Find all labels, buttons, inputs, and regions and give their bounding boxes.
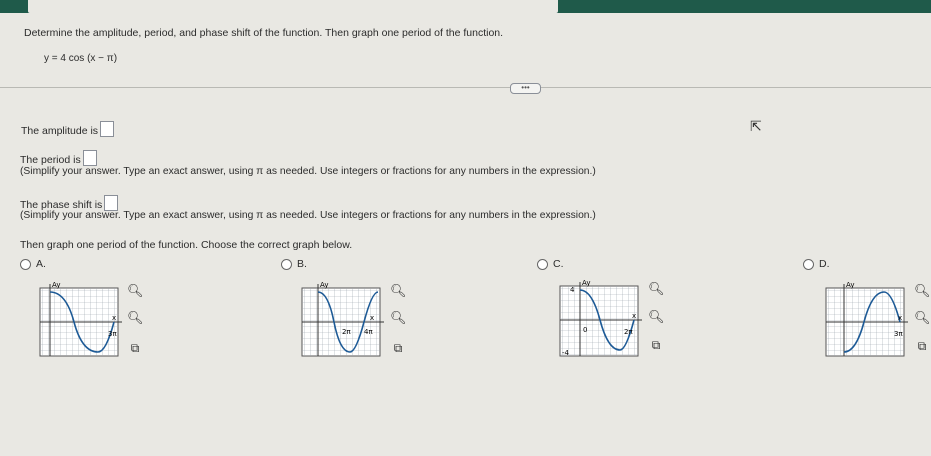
amplitude-input[interactable] xyxy=(100,121,115,137)
graph-c-xlabel: x xyxy=(632,312,636,320)
equation: y = 4 cos (x − π) xyxy=(44,53,118,64)
popout-icon[interactable]: ⧉ xyxy=(390,340,406,356)
top-bar xyxy=(0,0,931,13)
period-hint: (Simplify your answer. Type an exact ans… xyxy=(20,166,596,177)
graph-a-xlabel: x xyxy=(112,314,116,322)
option-a-radio[interactable]: A. xyxy=(20,258,46,270)
graph-b[interactable]: Ay x 2π 4π xyxy=(298,278,388,360)
zoom-in-icon[interactable]: 🔍︎ xyxy=(127,283,144,299)
graph-a[interactable]: Ay x 3π xyxy=(36,278,126,360)
period-label: The period is xyxy=(20,154,81,166)
graph-b-tick2: 2π xyxy=(342,328,351,336)
zoom-out-icon[interactable]: 🔍︎ xyxy=(127,310,144,326)
graph-prompt: Then graph one period of the function. C… xyxy=(20,239,353,251)
option-d-label: D. xyxy=(819,258,830,270)
radio-circle[interactable] xyxy=(281,258,292,270)
graph-d-ylabel: Ay xyxy=(846,281,854,289)
radio-circle[interactable] xyxy=(20,258,31,270)
graph-b-tick: 4π xyxy=(364,328,373,336)
option-c-radio[interactable]: C. xyxy=(537,258,564,270)
popout-icon[interactable]: ⧉ xyxy=(914,338,930,354)
graph-a-tick: 3π xyxy=(108,330,117,338)
option-b-radio[interactable]: B. xyxy=(281,258,307,270)
zoom-out-icon[interactable]: 🔍︎ xyxy=(390,310,407,326)
amplitude-label: The amplitude is xyxy=(21,125,99,137)
graph-c-ylabel: Ay xyxy=(582,279,590,287)
period-row: The period is xyxy=(20,150,97,166)
period-input[interactable] xyxy=(82,150,97,166)
radio-circle[interactable] xyxy=(803,258,814,270)
phase-row: The phase shift is xyxy=(20,195,119,211)
amplitude-row: The amplitude is xyxy=(21,121,115,137)
more-button[interactable]: ••• xyxy=(510,83,541,94)
graph-c-ytick-bottom: -4 xyxy=(562,349,570,357)
divider xyxy=(0,87,931,88)
graph-b-xlabel: x xyxy=(370,314,374,322)
graph-d-tick: 3π xyxy=(894,330,903,338)
zoom-in-icon[interactable]: 🔍︎ xyxy=(390,283,407,299)
zoom-out-icon[interactable]: 🔍︎ xyxy=(914,310,931,326)
graph-d-xlabel: x xyxy=(898,314,902,322)
top-tab xyxy=(28,0,558,13)
graph-c-tick-zero: 0 xyxy=(583,326,587,334)
graph-a-ylabel: Ay xyxy=(52,281,60,289)
popout-icon[interactable]: ⧉ xyxy=(648,337,664,353)
phase-input[interactable] xyxy=(104,195,119,211)
graph-c[interactable]: Ay x 0 2π 4 -4 xyxy=(556,276,646,362)
graph-c-tick: 2π xyxy=(624,328,633,336)
graph-d[interactable]: Ay x 3π xyxy=(822,278,912,360)
mouse-cursor-icon: ⇱ xyxy=(750,118,762,134)
zoom-in-icon[interactable]: 🔍︎ xyxy=(648,281,665,297)
popout-icon[interactable]: ⧉ xyxy=(127,340,143,356)
zoom-in-icon[interactable]: 🔍︎ xyxy=(914,283,931,299)
phase-hint: (Simplify your answer. Type an exact ans… xyxy=(20,210,596,221)
question-prompt: Determine the amplitude, period, and pha… xyxy=(24,27,504,39)
option-b-label: B. xyxy=(297,258,307,270)
radio-circle[interactable] xyxy=(537,258,548,270)
option-c-label: C. xyxy=(553,258,564,270)
option-a-label: A. xyxy=(36,258,46,270)
graph-b-ylabel: Ay xyxy=(320,281,328,289)
zoom-out-icon[interactable]: 🔍︎ xyxy=(648,309,665,325)
graph-c-ytick-top: 4 xyxy=(570,286,575,294)
option-d-radio[interactable]: D. xyxy=(803,258,830,270)
